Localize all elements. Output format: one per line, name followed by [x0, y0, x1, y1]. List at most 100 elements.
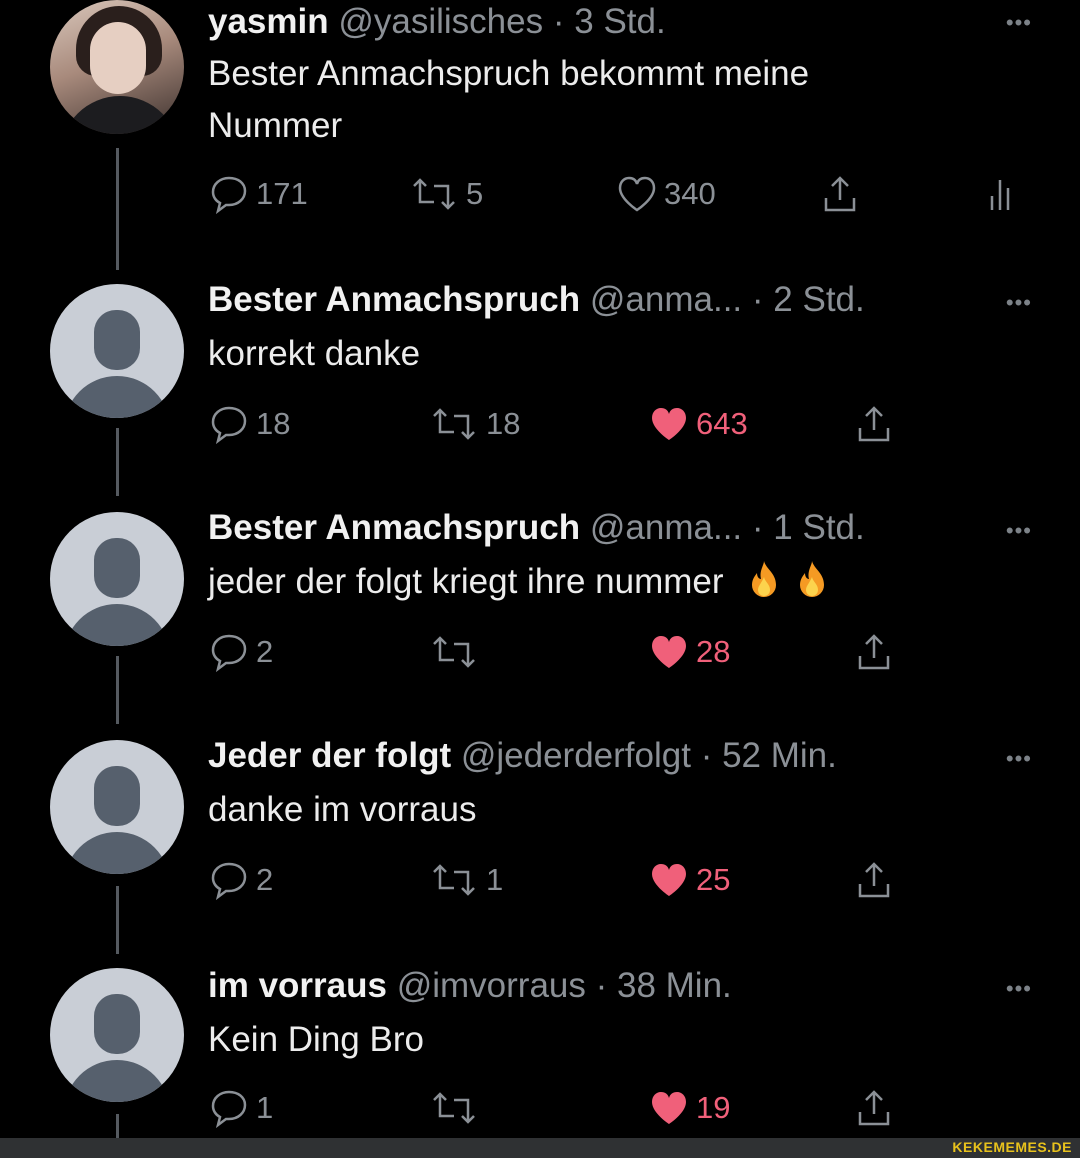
- tweet-time[interactable]: 38 Min.: [617, 966, 732, 1005]
- tweet-actions: 1 19: [208, 1088, 1038, 1128]
- avatar[interactable]: [50, 0, 184, 134]
- author-name[interactable]: Bester Anmachspruch: [208, 508, 580, 547]
- like-button[interactable]: 25: [648, 860, 730, 900]
- author-handle[interactable]: @anma...: [590, 508, 742, 547]
- avatar[interactable]: [50, 284, 184, 418]
- tweet-header: Jeder der folgt @jederderfolgt · 52 Min.: [208, 736, 837, 775]
- retweet-button[interactable]: 5: [408, 174, 483, 214]
- like-button[interactable]: 28: [648, 632, 730, 672]
- author-handle[interactable]: @imvorraus: [397, 966, 586, 1005]
- more-options-icon[interactable]: •••: [1006, 290, 1032, 316]
- like-button[interactable]: 643: [648, 404, 748, 444]
- tweet-time[interactable]: 3 Std.: [574, 2, 665, 41]
- tweet-time[interactable]: 2 Std.: [773, 280, 864, 319]
- like-button[interactable]: 19: [648, 1088, 730, 1128]
- share-button[interactable]: [856, 632, 898, 672]
- reply-button[interactable]: 18: [208, 404, 290, 444]
- thread-line: [116, 1114, 119, 1138]
- watermark-bar: KEKEMEMES.DE: [0, 1138, 1080, 1158]
- thread-line: [116, 656, 119, 724]
- reply-count: 1: [256, 1090, 274, 1125]
- tweet-text: korrekt danke: [208, 334, 421, 373]
- tweet-actions: 18 18 643: [208, 404, 1038, 444]
- retweet-button[interactable]: [428, 632, 486, 672]
- retweet-count: 18: [486, 406, 521, 441]
- tweet-text: Kein Ding Bro: [208, 1020, 424, 1059]
- watermark: KEKEMEMES.DE: [952, 1139, 1072, 1155]
- fire-emoji-icon: [752, 561, 777, 597]
- reply-button[interactable]: 171: [208, 174, 308, 214]
- retweet-button[interactable]: 1: [428, 860, 503, 900]
- heart-icon: [618, 176, 656, 212]
- tweet-text-body: jeder der folgt kriegt ihre nummer: [208, 562, 724, 601]
- tweet-text: Bester Anmachspruch bekommt meine Nummer: [208, 54, 810, 145]
- more-options-icon[interactable]: •••: [1006, 10, 1032, 36]
- heart-icon: [652, 408, 686, 440]
- author-handle[interactable]: @anma...: [590, 280, 742, 319]
- retweet-icon: [433, 636, 475, 668]
- share-icon: [858, 862, 890, 898]
- retweet-count: 5: [466, 176, 484, 211]
- like-count: 643: [696, 406, 748, 441]
- tweet-header: Bester Anmachspruch @anma... · 1 Std.: [208, 508, 865, 547]
- reply-count: 171: [256, 176, 308, 211]
- tweet-actions: 171 5 340: [208, 174, 1038, 214]
- avatar[interactable]: [50, 740, 184, 874]
- reply-icon: [211, 862, 247, 900]
- share-icon: [858, 634, 890, 670]
- thread-line: [116, 886, 119, 954]
- analytics-button[interactable]: [986, 174, 1020, 214]
- heart-icon: [652, 1092, 686, 1124]
- reply-button[interactable]: 2: [208, 860, 273, 900]
- share-button[interactable]: [856, 404, 898, 444]
- tweet-time[interactable]: 52 Min.: [722, 736, 837, 775]
- author-name[interactable]: Bester Anmachspruch: [208, 280, 580, 319]
- like-count: 19: [696, 1090, 731, 1125]
- thread-line: [116, 148, 119, 270]
- tweet-time[interactable]: 1 Std.: [773, 508, 864, 547]
- author-handle[interactable]: @jederderfolgt: [461, 736, 691, 775]
- share-button[interactable]: [822, 174, 864, 214]
- retweet-button[interactable]: [428, 1088, 486, 1128]
- retweet-icon: [433, 864, 475, 896]
- tweet-header: yasmin @yasilisches · 3 Std.: [208, 2, 666, 41]
- heart-icon: [652, 864, 686, 896]
- fire-emoji-icon: [800, 561, 825, 597]
- retweet-icon: [433, 408, 475, 440]
- thread-line: [116, 428, 119, 496]
- like-count: 340: [664, 176, 716, 211]
- share-button[interactable]: [856, 860, 898, 900]
- share-icon: [858, 406, 890, 442]
- author-name[interactable]: Jeder der folgt: [208, 736, 451, 775]
- retweet-button[interactable]: 18: [428, 404, 520, 444]
- tweet-header: Bester Anmachspruch @anma... · 2 Std.: [208, 280, 865, 319]
- reply-icon: [211, 176, 247, 214]
- reply-count: 2: [256, 634, 274, 669]
- like-count: 25: [696, 862, 731, 897]
- tweet-header: im vorraus @imvorraus · 38 Min.: [208, 966, 732, 1005]
- reply-button[interactable]: 2: [208, 632, 273, 672]
- more-options-icon[interactable]: •••: [1006, 518, 1032, 544]
- share-button[interactable]: [856, 1088, 898, 1128]
- share-icon: [824, 176, 856, 212]
- reply-count: 2: [256, 862, 274, 897]
- tweet-text: jeder der folgt kriegt ihre nummer 🔥🔥: [208, 556, 968, 608]
- tweet-actions: 2 28: [208, 632, 1038, 672]
- reply-icon: [211, 1090, 247, 1128]
- author-name[interactable]: yasmin: [208, 2, 329, 41]
- author-handle[interactable]: @yasilisches: [338, 2, 543, 41]
- like-count: 28: [696, 634, 731, 669]
- share-icon: [858, 1090, 890, 1126]
- like-button[interactable]: 340: [616, 174, 716, 214]
- retweet-icon: [433, 1092, 475, 1124]
- reply-button[interactable]: 1: [208, 1088, 273, 1128]
- author-name[interactable]: im vorraus: [208, 966, 387, 1005]
- avatar[interactable]: [50, 968, 184, 1102]
- reply-count: 18: [256, 406, 291, 441]
- retweet-icon: [413, 178, 455, 210]
- more-options-icon[interactable]: •••: [1006, 746, 1032, 772]
- more-options-icon[interactable]: •••: [1006, 976, 1032, 1002]
- reply-icon: [211, 406, 247, 444]
- tweet-text: danke im vorraus: [208, 790, 477, 829]
- avatar[interactable]: [50, 512, 184, 646]
